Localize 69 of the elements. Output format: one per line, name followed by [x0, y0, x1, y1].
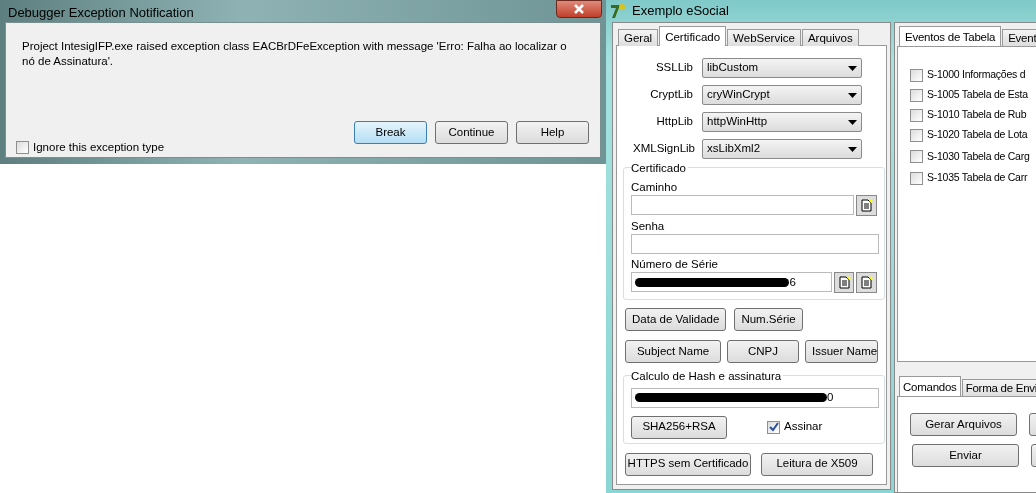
field-label: CryptLib	[649, 87, 693, 103]
checkbox-label: S-1010 Tabela de Rub	[927, 107, 1027, 123]
tab[interactable]: WebService	[727, 29, 801, 46]
field-label: Senha	[631, 220, 665, 233]
window-title: Debugger Exception Notification	[7, 4, 195, 22]
help-button[interactable]: Help	[516, 121, 589, 144]
dropdown-arrow-icon	[848, 65, 857, 71]
password-field[interactable]	[631, 234, 879, 255]
command-button[interactable]: SHA256+RSA	[631, 415, 727, 439]
dropdown-arrow-icon	[848, 146, 857, 152]
document-icon	[837, 276, 851, 290]
dropdown[interactable]: cryWinCrypt	[702, 85, 862, 105]
command-button[interactable]: Data de Validade	[625, 308, 727, 332]
checkbox[interactable]	[910, 171, 923, 185]
browse-button[interactable]	[856, 272, 877, 294]
command-button[interactable]: CNPJ	[727, 340, 799, 364]
document-icon	[860, 276, 874, 290]
tab[interactable]: Forma de Envi	[961, 379, 1036, 396]
field-label: Número de Série	[631, 258, 718, 271]
checkbox[interactable]	[16, 141, 29, 155]
continue-button[interactable]: Continue	[435, 121, 508, 144]
input-field[interactable]	[631, 195, 855, 216]
window-title: Exemplo eSocial	[632, 2, 729, 21]
checkbox[interactable]	[910, 88, 923, 102]
break-button[interactable]: Break	[354, 121, 427, 144]
tab[interactable]: Event	[1002, 29, 1036, 46]
close-icon	[573, 4, 585, 14]
dropdown[interactable]: libCustom	[702, 58, 862, 78]
close-button[interactable]	[556, 0, 602, 18]
checkbox-label: S-1020 Tabela de Lota	[927, 127, 1028, 143]
browse-button[interactable]	[833, 272, 855, 294]
tab[interactable]: Arquivos	[801, 29, 859, 46]
field-label: HttpLib	[655, 114, 693, 130]
checkbox[interactable]	[910, 150, 923, 163]
tab[interactable]: Certificado	[659, 26, 727, 46]
document-icon	[860, 199, 874, 213]
field-label: Caminho	[631, 181, 678, 194]
tab[interactable]: Eventos de Tabela	[899, 26, 1002, 46]
input-field[interactable]: 6	[631, 272, 832, 293]
tab[interactable]: Geral	[618, 29, 659, 46]
command-button[interactable]: Subject Name	[625, 340, 721, 364]
checkbox-label: Ignore this exception type	[33, 140, 165, 155]
dropdown[interactable]: httpWinHttp	[702, 112, 862, 132]
checkbox-label: S-1030 Tabela de Carg	[927, 148, 1030, 164]
field-label: SSLLib	[654, 60, 693, 76]
checkbox-label: S-1000 Informações d	[927, 67, 1026, 83]
command-button[interactable]: Issuer Name	[805, 340, 878, 364]
checkbox[interactable]	[910, 108, 923, 122]
browse-button[interactable]	[856, 195, 877, 217]
checkbox[interactable]	[910, 128, 923, 142]
command-button[interactable]: Gerar Arquivos	[910, 413, 1017, 436]
command-button[interactable]: Num.Série	[734, 308, 803, 332]
checkbox-label: Assinar	[784, 419, 823, 435]
command-button[interactable]: Leitura de X509	[761, 452, 873, 476]
dropdown[interactable]: xsLibXml2	[702, 139, 862, 159]
checkbox-label: S-1005 Tabela de Esta	[927, 87, 1028, 103]
field-label: XMLSignLib	[633, 141, 693, 157]
command-button[interactable]: HTTPS sem Certificado	[625, 452, 751, 476]
app-logo-icon	[610, 3, 626, 19]
tab[interactable]: Comandos	[899, 376, 961, 396]
command-button[interactable]: Enviar	[912, 444, 1019, 467]
error-message: Project IntesigIFP.exe raised exception class EACBrDFeException with message 'Erro: Falha ao localizar o nó de Assinatura'.	[22, 39, 568, 69]
group-title: Certificado	[631, 161, 688, 175]
checkbox[interactable]	[910, 68, 923, 82]
input-field[interactable]: 0	[631, 387, 879, 408]
dropdown-arrow-icon	[848, 92, 857, 98]
checkbox[interactable]	[767, 420, 780, 434]
checkbox-label: S-1035 Tabela de Carr	[927, 170, 1028, 186]
dropdown-arrow-icon	[848, 119, 857, 125]
